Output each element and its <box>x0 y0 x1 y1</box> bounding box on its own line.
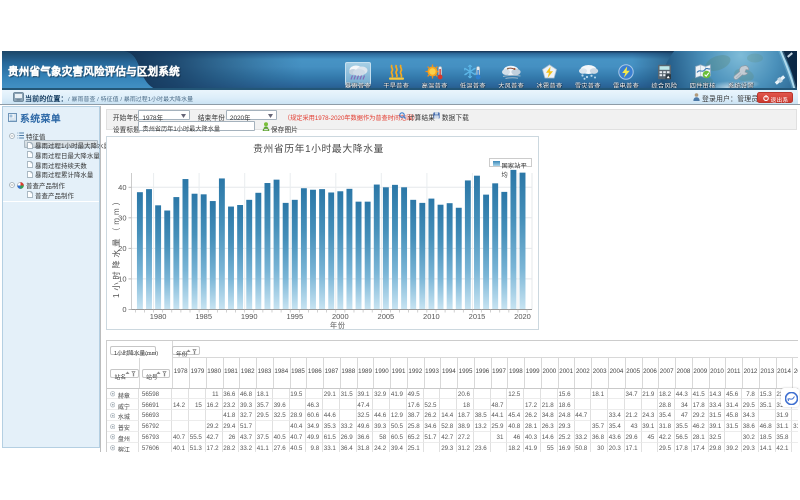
svg-text:1985: 1985 <box>195 312 212 321</box>
svg-text:1990: 1990 <box>241 312 258 321</box>
svg-text:0: 0 <box>122 305 126 314</box>
svg-text:2005: 2005 <box>378 312 395 321</box>
svg-text:2015: 2015 <box>469 312 486 321</box>
svg-text:1980: 1980 <box>150 312 167 321</box>
svg-text:1995: 1995 <box>286 312 303 321</box>
svg-text:40: 40 <box>118 183 126 192</box>
svg-text:2020: 2020 <box>514 312 531 321</box>
svg-text:2010: 2010 <box>423 312 440 321</box>
